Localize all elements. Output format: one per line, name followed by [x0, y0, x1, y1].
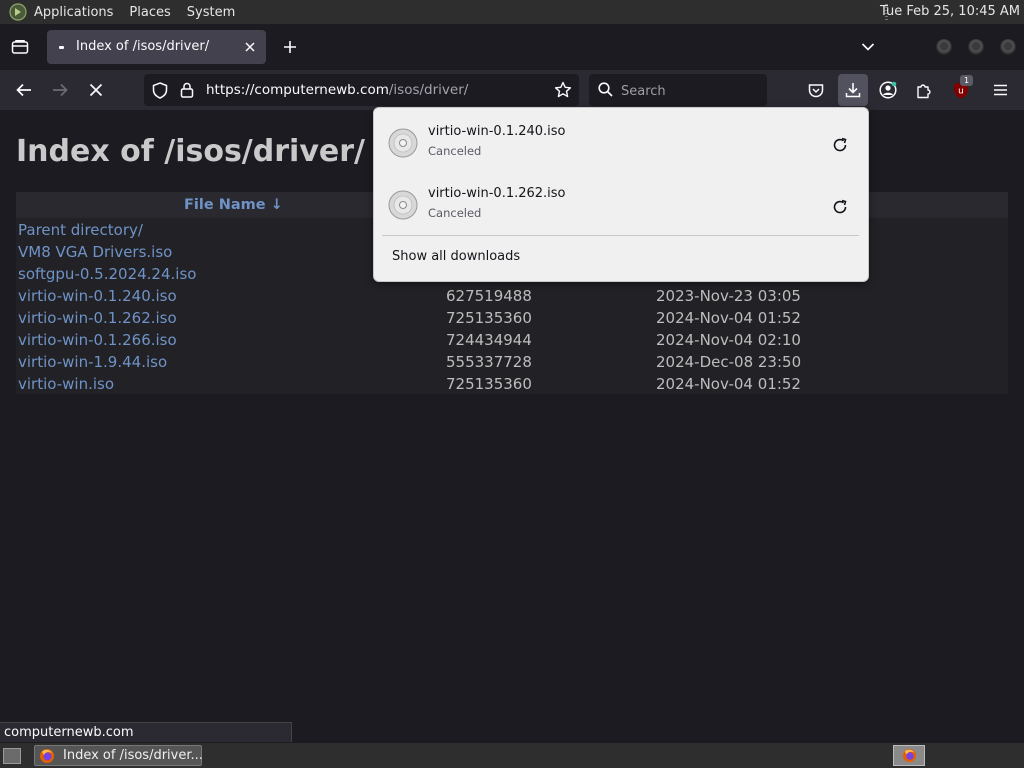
menu-places[interactable]: Places — [129, 5, 170, 20]
close-icon — [245, 42, 255, 52]
search-input[interactable] — [619, 80, 763, 102]
file-date: 2024-Nov-04 02:10 — [656, 331, 801, 349]
page-title: Index of /isos/driver/ — [16, 134, 365, 169]
column-header-file-name[interactable]: File Name ↓ — [184, 197, 283, 213]
hamburger-menu-icon — [993, 84, 1007, 96]
url-path: /isos/driver/ — [388, 82, 469, 98]
status-link-preview: computernewb.com — [0, 722, 292, 742]
file-link[interactable]: virtio-win-0.1.240.iso — [18, 287, 177, 305]
tab-strip: Index of /isos/driver/ — [0, 24, 1024, 70]
file-date: 2024-Dec-08 23:50 — [656, 353, 802, 371]
table-row: virtio-win.iso 725135360 2024-Nov-04 01:… — [16, 374, 1008, 396]
tab-favicon — [59, 46, 64, 49]
file-link[interactable]: Parent directory/ — [18, 221, 143, 239]
file-link[interactable]: softgpu-0.5.2024.24.iso — [18, 265, 196, 283]
table-row: virtio-win-0.1.240.iso 627519488 2023-No… — [16, 286, 1008, 308]
stop-icon — [89, 83, 103, 97]
table-row: virtio-win-1.9.44.iso 555337728 2024-Dec… — [16, 352, 1008, 374]
forward-button[interactable] — [48, 78, 72, 102]
download-filename: virtio-win-0.1.262.iso — [428, 186, 566, 201]
tab-close-button[interactable] — [240, 37, 260, 57]
bottom-taskbar: Index of /isos/driver... — [0, 743, 1024, 768]
table-row: virtio-win-0.1.262.iso 725135360 2024-No… — [16, 308, 1008, 330]
download-status: Canceled — [428, 206, 482, 220]
file-size: 725135360 — [446, 375, 532, 393]
url-host: https://computernewb.com — [206, 82, 389, 98]
extensions-icon — [917, 83, 931, 98]
back-button[interactable] — [12, 78, 36, 102]
file-date: 2023-Nov-23 03:05 — [656, 287, 801, 305]
forward-arrow-icon — [53, 83, 68, 97]
download-item[interactable]: virtio-win-0.1.262.iso Canceled — [380, 176, 862, 234]
tab-title: Index of /isos/driver/ — [76, 39, 210, 54]
download-status: Canceled — [428, 144, 482, 158]
window-close-button[interactable] — [1000, 39, 1016, 55]
download-icon — [845, 83, 861, 98]
firefox-icon — [40, 749, 54, 763]
navigation-toolbar: https://computernewb.com/isos/driver/ Se… — [0, 70, 1024, 110]
file-size: 725135360 — [446, 309, 532, 327]
file-date: 2024-Nov-04 01:52 — [656, 375, 801, 393]
system-top-panel: Applications Places System Tue Feb 25, 1… — [0, 0, 1024, 24]
retry-download-button[interactable] — [828, 195, 852, 219]
plus-icon — [284, 41, 296, 53]
retry-icon — [833, 137, 847, 152]
firefox-view-button[interactable] — [8, 35, 32, 59]
workspace-switcher[interactable] — [893, 745, 925, 766]
disc-icon — [388, 190, 418, 220]
download-filename: virtio-win-0.1.240.iso — [428, 124, 566, 139]
search-bar[interactable] — [589, 74, 767, 106]
menu-system[interactable]: System — [187, 5, 235, 20]
taskbar-window-label: Index of /isos/driver... — [63, 748, 203, 763]
url-text[interactable]: https://computernewb.com/isos/driver/ — [206, 82, 468, 98]
pocket-icon — [808, 83, 824, 97]
account-button[interactable] — [876, 78, 900, 102]
tab-list-icon — [11, 40, 29, 54]
search-icon — [598, 82, 613, 97]
star-icon[interactable] — [554, 81, 572, 99]
retry-download-button[interactable] — [828, 133, 852, 157]
lock-icon[interactable] — [180, 82, 194, 98]
app-menu-button[interactable] — [988, 78, 1012, 102]
file-link[interactable]: virtio-win.iso — [18, 375, 114, 393]
list-all-tabs-button[interactable] — [857, 37, 879, 57]
file-link[interactable]: VM8 VGA Drivers.iso — [18, 243, 172, 261]
back-arrow-icon — [16, 83, 31, 97]
shield-icon[interactable] — [152, 82, 168, 99]
downloads-button[interactable] — [838, 74, 868, 106]
url-bar[interactable]: https://computernewb.com/isos/driver/ — [144, 74, 579, 106]
menu-applications[interactable]: Applications — [34, 5, 113, 20]
file-size: 627519488 — [446, 287, 532, 305]
extensions-button[interactable] — [912, 78, 936, 102]
file-link[interactable]: virtio-win-0.1.262.iso — [18, 309, 177, 327]
svg-text:u: u — [958, 87, 964, 97]
taskbar-window-button[interactable]: Index of /isos/driver... — [34, 745, 203, 766]
file-link[interactable]: virtio-win-0.1.266.iso — [18, 331, 177, 349]
account-icon — [879, 81, 897, 99]
downloads-panel: virtio-win-0.1.240.iso Canceled virtio-w… — [373, 107, 869, 282]
disc-icon — [388, 128, 418, 158]
file-size: 724434944 — [446, 331, 532, 349]
clock[interactable]: Tue Feb 25, 10:45 AM — [880, 4, 1020, 19]
retry-icon — [833, 199, 847, 214]
table-row: virtio-win-0.1.266.iso 724434944 2024-No… — [16, 330, 1008, 352]
ublock-badge: 1 — [960, 75, 973, 86]
tab-active[interactable]: Index of /isos/driver/ — [47, 30, 266, 64]
pocket-button[interactable] — [804, 78, 828, 102]
panel-divider — [382, 235, 859, 236]
file-date: 2024-Nov-04 01:52 — [656, 309, 801, 327]
stop-button[interactable] — [84, 78, 108, 102]
mate-logo-icon[interactable] — [9, 3, 27, 21]
download-item[interactable]: virtio-win-0.1.240.iso Canceled — [380, 114, 862, 172]
file-link[interactable]: virtio-win-1.9.44.iso — [18, 353, 167, 371]
window-maximize-button[interactable] — [968, 39, 984, 55]
show-all-downloads-button[interactable]: Show all downloads — [392, 249, 520, 264]
show-desktop-button[interactable] — [3, 748, 21, 764]
window-minimize-button[interactable] — [936, 39, 952, 55]
file-size: 555337728 — [446, 353, 532, 371]
chevron-down-icon — [861, 43, 875, 51]
firefox-icon — [902, 748, 917, 763]
new-tab-button[interactable] — [279, 36, 301, 58]
